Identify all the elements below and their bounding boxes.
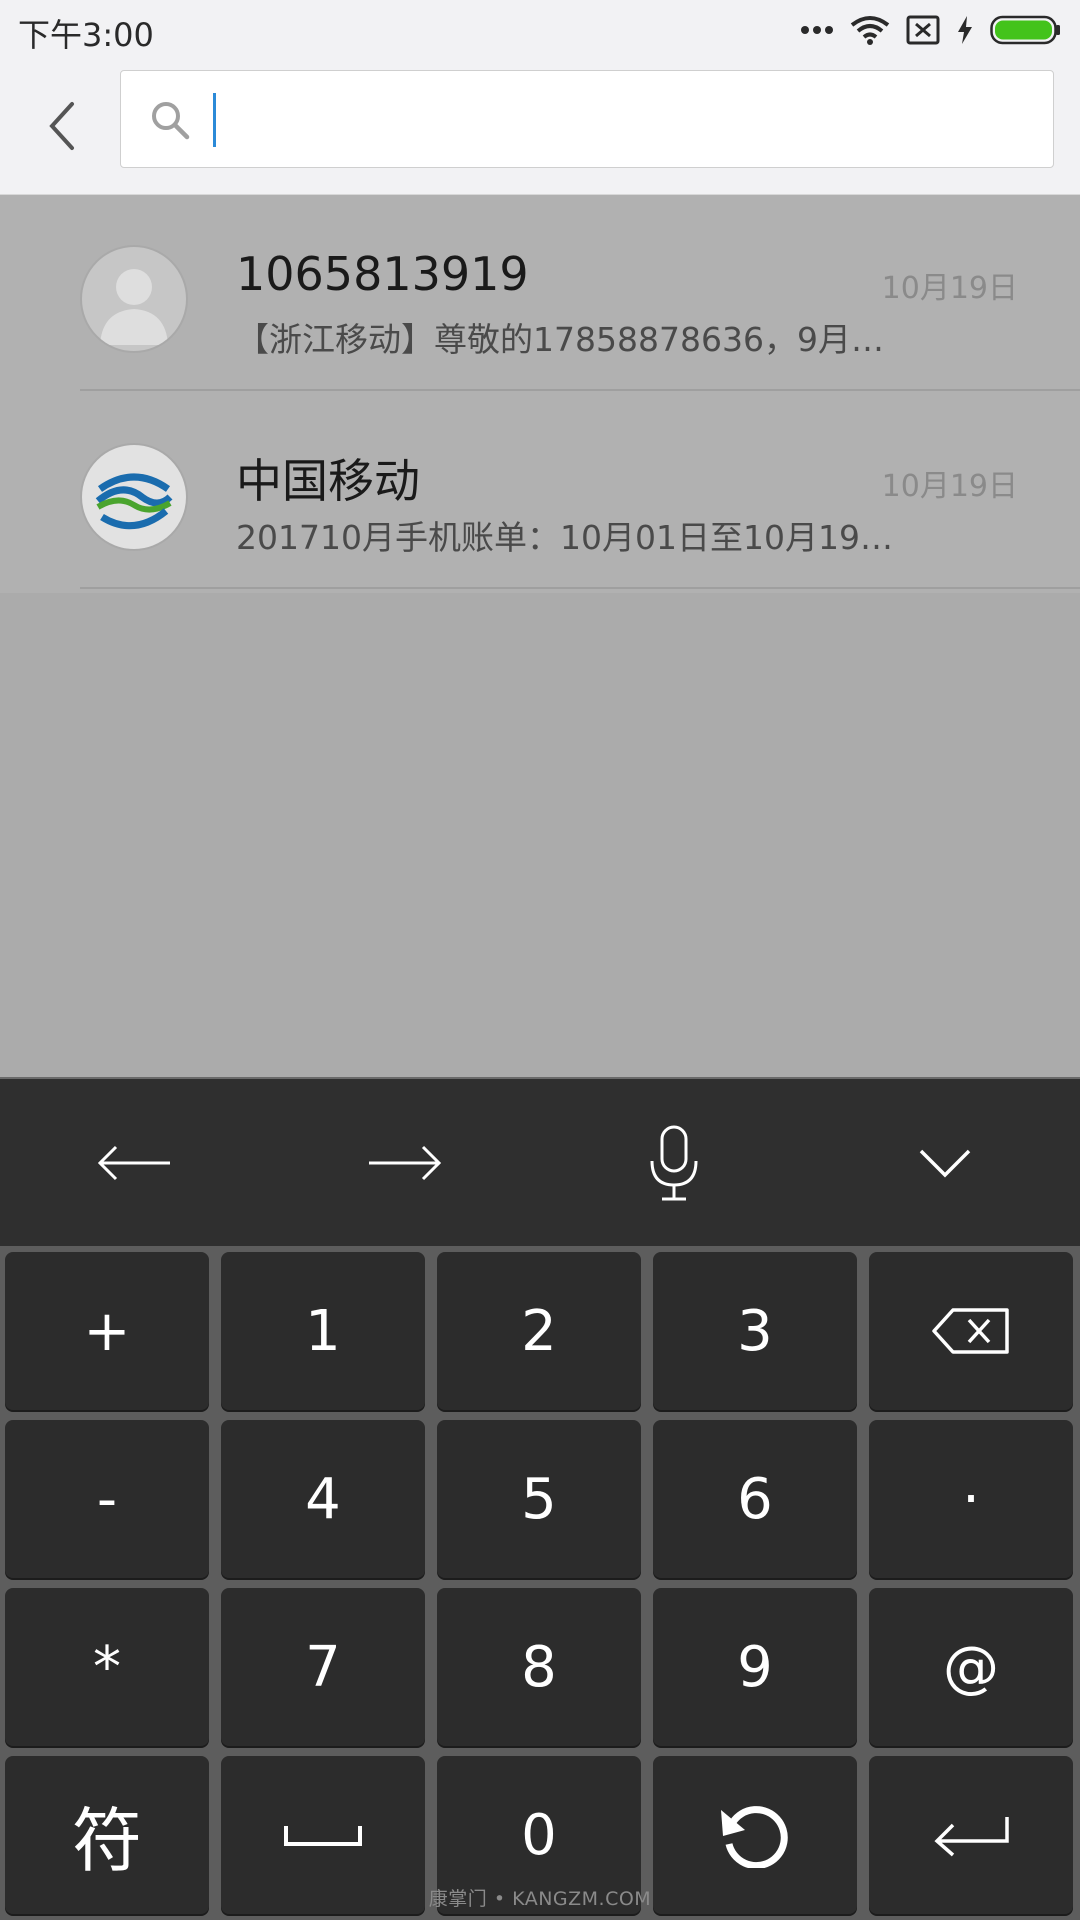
- key-label: 7: [305, 1634, 341, 1700]
- key-asterisk[interactable]: *: [5, 1588, 209, 1746]
- key-6[interactable]: 6: [653, 1420, 857, 1578]
- key-label: 符: [72, 1799, 142, 1882]
- key-label: @: [943, 1634, 999, 1700]
- list-item[interactable]: 1065813919 【浙江移动】尊敬的17858878636，9月… 10月1…: [0, 195, 1080, 391]
- space-icon: [284, 1826, 362, 1846]
- watermark: 康掌门 • KANGZM.COM: [428, 1888, 652, 1910]
- key-label: ·: [962, 1466, 980, 1532]
- search-box[interactable]: [120, 70, 1054, 168]
- key-label: 4: [305, 1466, 341, 1532]
- key-label: 9: [737, 1634, 773, 1700]
- divider: [80, 587, 1080, 589]
- text-caret: [213, 93, 216, 147]
- key-8[interactable]: 8: [437, 1588, 641, 1746]
- list-item[interactable]: 中国移动 201710月手机账单：10月01日至10月19… 10月19日: [0, 393, 1080, 589]
- search-results: 1065813919 【浙江移动】尊敬的17858878636，9月… 10月1…: [0, 195, 1080, 593]
- key-label: 8: [521, 1634, 557, 1700]
- china-mobile-logo: [95, 473, 173, 530]
- contact-name: 中国移动: [236, 454, 420, 508]
- key-plus[interactable]: +: [5, 1252, 209, 1410]
- message-snippet: 【浙江移动】尊敬的17858878636，9月…: [236, 320, 884, 359]
- contact-name: 1065813919: [236, 247, 529, 301]
- more-dots-icon: [801, 26, 833, 34]
- key-label: 5: [521, 1466, 557, 1532]
- cursor-left-button[interactable]: [74, 1121, 194, 1205]
- status-bar: 下午3:00: [0, 0, 1080, 60]
- keypad: + 1 2 3 - 4 5 6 · * 7 8 9 @ 符 0: [0, 1246, 1080, 1920]
- key-minus[interactable]: -: [5, 1420, 209, 1578]
- status-time: 下午3:00: [18, 16, 154, 54]
- charging-icon: [958, 16, 972, 44]
- enter-icon: [934, 1817, 1009, 1857]
- search-header: [0, 60, 1080, 195]
- search-input[interactable]: [211, 83, 1035, 157]
- arrow-right-icon: [369, 1145, 442, 1181]
- hide-keyboard-button[interactable]: [885, 1121, 1005, 1205]
- no-sim-icon: [906, 15, 940, 45]
- backspace-icon: [932, 1308, 1009, 1354]
- key-at[interactable]: @: [869, 1588, 1073, 1746]
- key-label: 0: [521, 1802, 557, 1868]
- person-icon: [100, 269, 168, 345]
- key-5[interactable]: 5: [437, 1420, 641, 1578]
- key-label: 3: [737, 1298, 773, 1364]
- keyboard-toolbar: [0, 1077, 1080, 1246]
- key-label: 1: [305, 1298, 341, 1364]
- back-button[interactable]: [38, 96, 88, 156]
- avatar: [80, 245, 188, 353]
- key-label: -: [96, 1466, 118, 1532]
- voice-input-button[interactable]: [614, 1121, 734, 1205]
- key-1[interactable]: 1: [221, 1252, 425, 1410]
- key-label: 6: [737, 1466, 773, 1532]
- key-backspace[interactable]: [869, 1252, 1073, 1410]
- key-7[interactable]: 7: [221, 1588, 425, 1746]
- key-label: +: [83, 1298, 131, 1364]
- microphone-icon: [650, 1125, 698, 1201]
- key-label: 2: [521, 1298, 557, 1364]
- wifi-icon: [850, 16, 890, 45]
- back-chevron-icon: [49, 102, 74, 150]
- cursor-right-button[interactable]: [345, 1121, 465, 1205]
- key-2[interactable]: 2: [437, 1252, 641, 1410]
- key-9[interactable]: 9: [653, 1588, 857, 1746]
- message-date: 10月19日: [881, 469, 1018, 504]
- battery-icon: [990, 15, 1060, 45]
- key-label: *: [93, 1634, 121, 1700]
- key-3[interactable]: 3: [653, 1252, 857, 1410]
- avatar: [80, 443, 188, 551]
- undo-icon: [721, 1806, 788, 1868]
- key-4[interactable]: 4: [221, 1420, 425, 1578]
- message-date: 10月19日: [881, 271, 1018, 306]
- arrow-left-icon: [97, 1145, 170, 1181]
- search-icon: [152, 102, 190, 140]
- status-icons: [800, 12, 1062, 48]
- numeric-keyboard: + 1 2 3 - 4 5 6 · * 7 8 9 @ 符 0: [0, 1077, 1080, 1920]
- key-dot[interactable]: ·: [869, 1420, 1073, 1578]
- collapse-icon: [919, 1149, 971, 1178]
- divider: [80, 389, 1080, 391]
- message-snippet: 201710月手机账单：10月01日至10月19…: [236, 518, 893, 557]
